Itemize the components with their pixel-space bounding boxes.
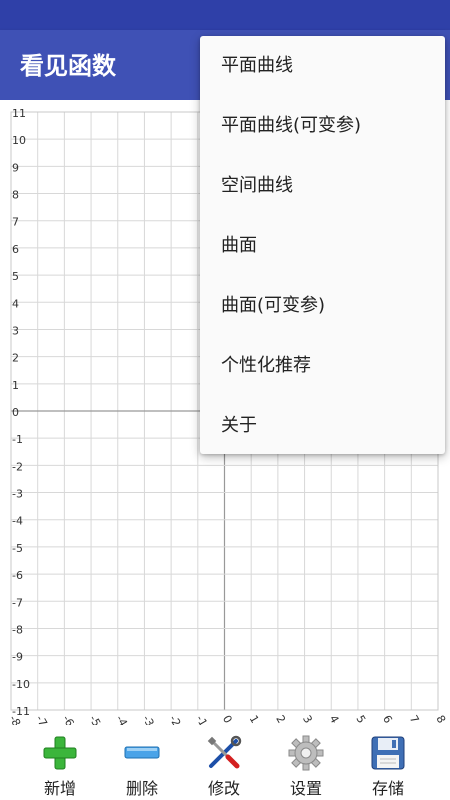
y-tick-label: 4 <box>12 297 19 310</box>
y-tick-label: 6 <box>12 243 19 256</box>
menu-item-recommend[interactable]: 个性化推荐 <box>200 336 445 396</box>
y-tick-label: -6 <box>12 569 23 582</box>
x-tick-label: -7 <box>33 713 50 725</box>
app-title: 看见函数 <box>20 52 116 80</box>
y-tick-label: -9 <box>12 651 23 664</box>
floppy-disk-icon <box>371 736 405 770</box>
delete-label: 删除 <box>125 779 158 798</box>
x-tick-label: -3 <box>140 713 157 725</box>
edit-button[interactable]: 修改 <box>189 733 259 798</box>
y-tick-label: 5 <box>12 270 19 283</box>
y-tick-label: 9 <box>12 161 19 174</box>
menu-item-plane-curve-param[interactable]: 平面曲线(可变参) <box>200 96 445 156</box>
delete-button[interactable]: 删除 <box>107 733 177 798</box>
y-tick-label: -1 <box>12 433 23 446</box>
x-tick-label: 8 <box>433 713 448 725</box>
y-tick-label: 8 <box>12 189 19 202</box>
x-tick-label: 2 <box>273 713 288 725</box>
menu-item-about[interactable]: 关于 <box>200 396 445 456</box>
x-tick-label: -1 <box>193 713 210 725</box>
x-tick-label: 0 <box>220 713 235 725</box>
x-tick-label: 7 <box>407 713 422 725</box>
y-tick-label: -2 <box>12 460 23 473</box>
y-tick-label: -7 <box>12 596 23 609</box>
y-tick-label: 2 <box>12 352 19 365</box>
x-tick-label: 6 <box>380 713 395 725</box>
y-tick-label: -10 <box>12 678 30 691</box>
x-tick-label: 5 <box>353 713 368 725</box>
settings-label: 设置 <box>289 779 322 798</box>
menu-item-plane-curve[interactable]: 平面曲线 <box>200 36 445 96</box>
y-tick-label: 7 <box>12 216 19 229</box>
x-tick-label: 3 <box>300 713 315 725</box>
y-tick-label: 11 <box>12 107 26 120</box>
y-tick-label: -5 <box>12 542 23 555</box>
add-label: 新增 <box>43 779 76 798</box>
x-tick-label: -2 <box>167 713 184 725</box>
x-tick-label: -4 <box>113 713 130 725</box>
status-bar <box>0 0 450 30</box>
y-tick-label: 0 <box>12 406 19 419</box>
green-plus-icon <box>43 736 77 770</box>
y-tick-label: 3 <box>12 324 19 337</box>
y-tick-label: -3 <box>12 488 23 501</box>
gear-icon <box>288 735 324 771</box>
save-label: 存储 <box>371 779 404 798</box>
y-tick-label: -4 <box>12 515 23 528</box>
settings-button[interactable]: 设置 <box>271 733 341 798</box>
y-tick-label: 10 <box>12 134 26 147</box>
add-button[interactable]: 新增 <box>25 733 95 798</box>
x-tick-label: -6 <box>60 713 77 725</box>
blue-minus-icon <box>124 746 160 759</box>
x-tick-label: 4 <box>327 713 342 725</box>
save-button[interactable]: 存储 <box>353 733 423 798</box>
menu-item-space-curve[interactable]: 空间曲线 <box>200 156 445 216</box>
edit-label: 修改 <box>207 779 240 798</box>
menu-item-surface[interactable]: 曲面 <box>200 216 445 276</box>
tools-icon <box>207 735 242 769</box>
x-tick-label: 1 <box>247 713 262 725</box>
y-tick-label: -8 <box>12 623 23 636</box>
menu-item-surface-param[interactable]: 曲面(可变参) <box>200 276 445 336</box>
x-tick-label: -5 <box>86 713 103 725</box>
bottom-toolbar: 新增 删除 修改 设置 存储 <box>0 725 450 800</box>
y-tick-label: 1 <box>12 379 19 392</box>
overflow-menu: 平面曲线 平面曲线(可变参) 空间曲线 曲面 曲面(可变参) 个性化推荐 关于 <box>200 36 445 454</box>
